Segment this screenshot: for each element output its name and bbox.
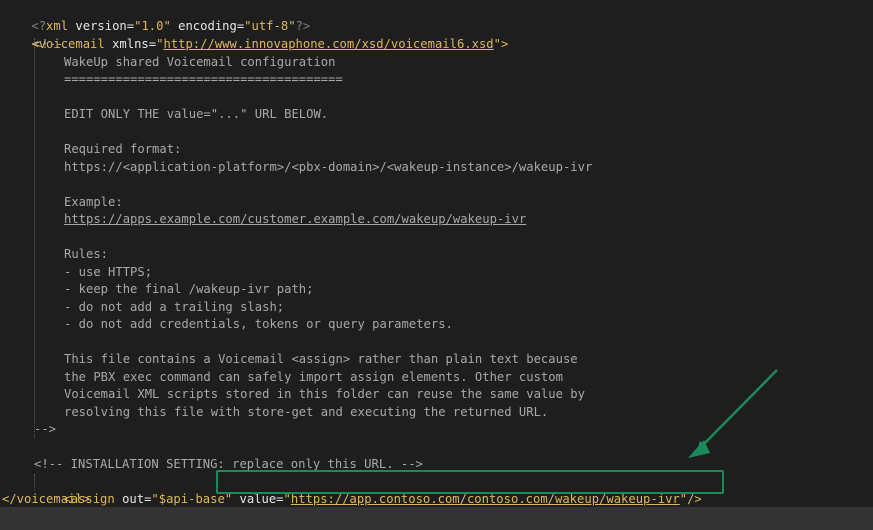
status-bar — [0, 507, 873, 530]
annotation-arrow-icon — [688, 369, 778, 458]
code-editor[interactable]: <?xml version="1.0" encoding="utf-8"?> <… — [0, 0, 873, 507]
